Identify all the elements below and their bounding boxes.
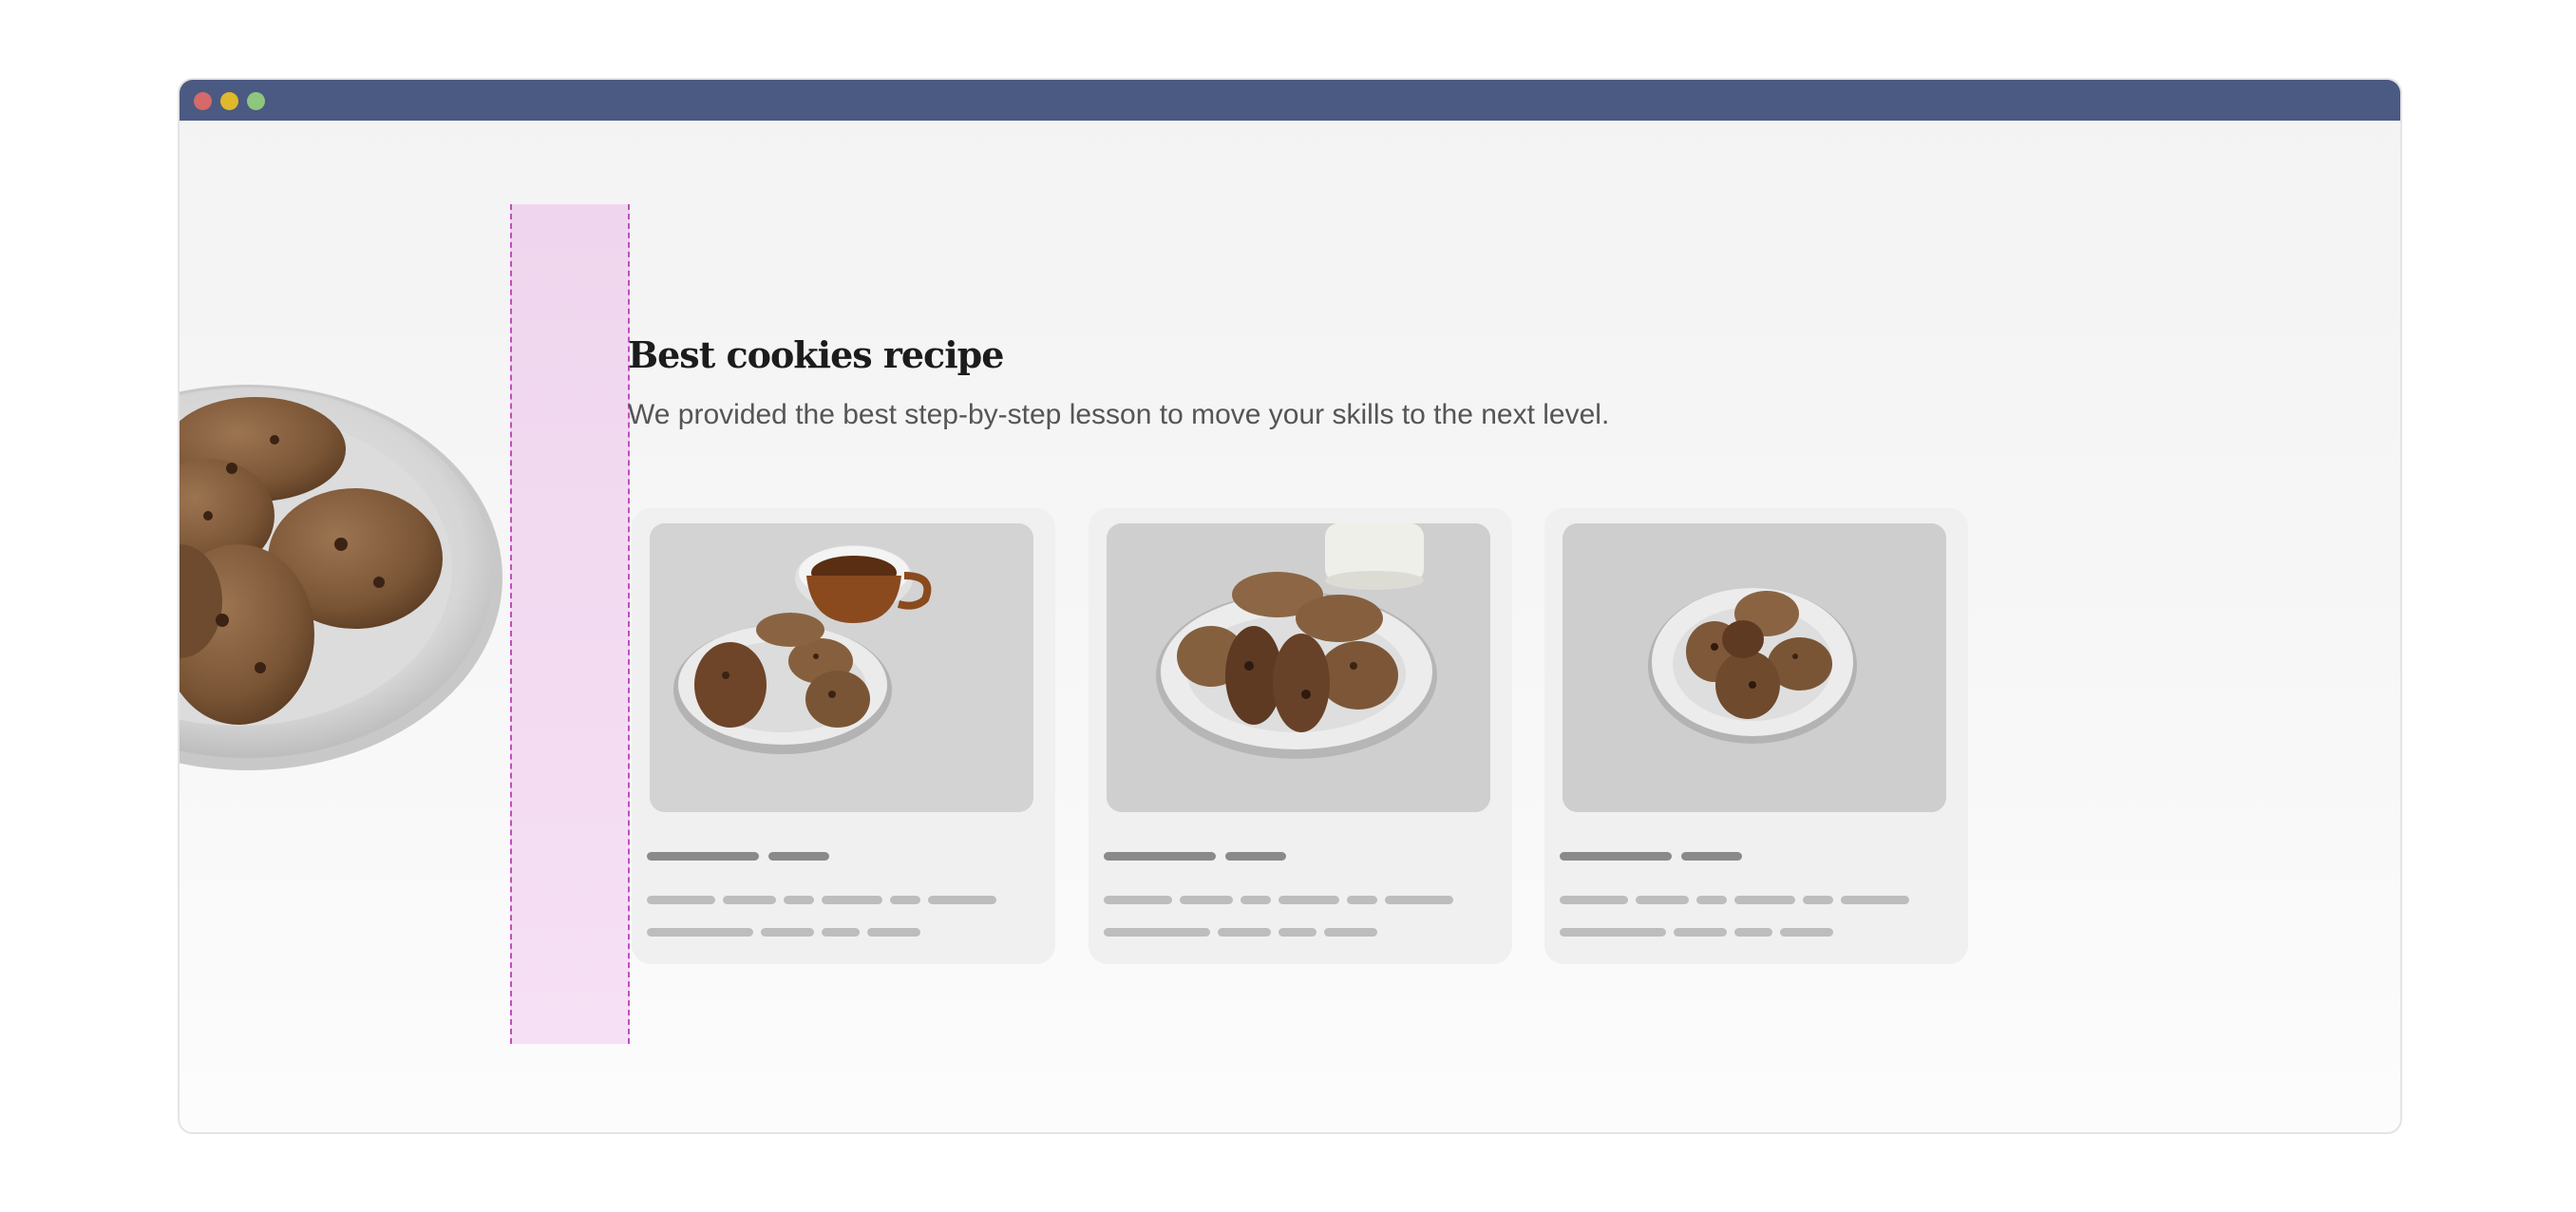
card-text-placeholder — [1324, 928, 1377, 937]
card-text-placeholder — [890, 896, 920, 904]
card-text-placeholder — [1560, 896, 1628, 904]
card-text-placeholder — [867, 928, 920, 937]
card-text-placeholder — [784, 896, 814, 904]
card-text-placeholder — [1734, 928, 1772, 937]
card-text-placeholder — [1696, 896, 1727, 904]
card-text-placeholder — [1104, 896, 1172, 904]
recipe-card[interactable] — [1544, 508, 1968, 964]
recipe-card[interactable] — [1089, 508, 1512, 964]
cookies-plate-with-coffee-photo — [650, 523, 1033, 812]
card-text-placeholder — [1180, 896, 1233, 904]
card-text-placeholder — [822, 928, 860, 937]
hero-cookies-plate-image — [180, 383, 506, 772]
page-content: Best cookies recipe We provided the best… — [180, 121, 2400, 1132]
cookies-plate-photo — [1563, 523, 1946, 812]
card-text-placeholder — [1734, 896, 1795, 904]
card-text-placeholder — [647, 928, 753, 937]
card-text-placeholder — [1241, 896, 1271, 904]
card-text-placeholder — [1279, 928, 1316, 937]
card-title-placeholder — [1681, 852, 1742, 861]
recipe-card[interactable] — [632, 508, 1055, 964]
card-text-placeholder — [1674, 928, 1727, 937]
card-text-placeholder — [1104, 928, 1210, 937]
card-text-placeholder — [1841, 896, 1909, 904]
page-subtitle: We provided the best step-by-step lesson… — [628, 399, 1610, 430]
browser-window: Best cookies recipe We provided the best… — [178, 78, 2402, 1134]
card-text-placeholder — [928, 896, 996, 904]
maximize-dot[interactable] — [247, 92, 265, 110]
window-titlebar — [180, 80, 2400, 121]
page-title: Best cookies recipe — [628, 333, 1004, 376]
card-title-placeholder — [1104, 852, 1216, 861]
card-text-placeholder — [1780, 928, 1833, 937]
card-text-placeholder — [1218, 928, 1271, 937]
layout-guide-column — [510, 204, 630, 1044]
close-dot[interactable] — [194, 92, 212, 110]
card-text-placeholder — [647, 896, 715, 904]
card-text-placeholder — [761, 928, 814, 937]
card-title-placeholder — [768, 852, 829, 861]
card-text-placeholder — [1636, 896, 1689, 904]
card-text-placeholder — [1347, 896, 1377, 904]
card-text-placeholder — [723, 896, 776, 904]
card-text-placeholder — [1385, 896, 1453, 904]
minimize-dot[interactable] — [220, 92, 238, 110]
card-text-placeholder — [1560, 928, 1666, 937]
card-text-placeholder — [1279, 896, 1339, 904]
card-title-placeholder — [647, 852, 759, 861]
card-text-placeholder — [1803, 896, 1833, 904]
card-title-placeholder — [1225, 852, 1286, 861]
card-text-placeholder — [822, 896, 882, 904]
cookies-plate-with-milk-photo — [1107, 523, 1490, 812]
card-title-placeholder — [1560, 852, 1672, 861]
